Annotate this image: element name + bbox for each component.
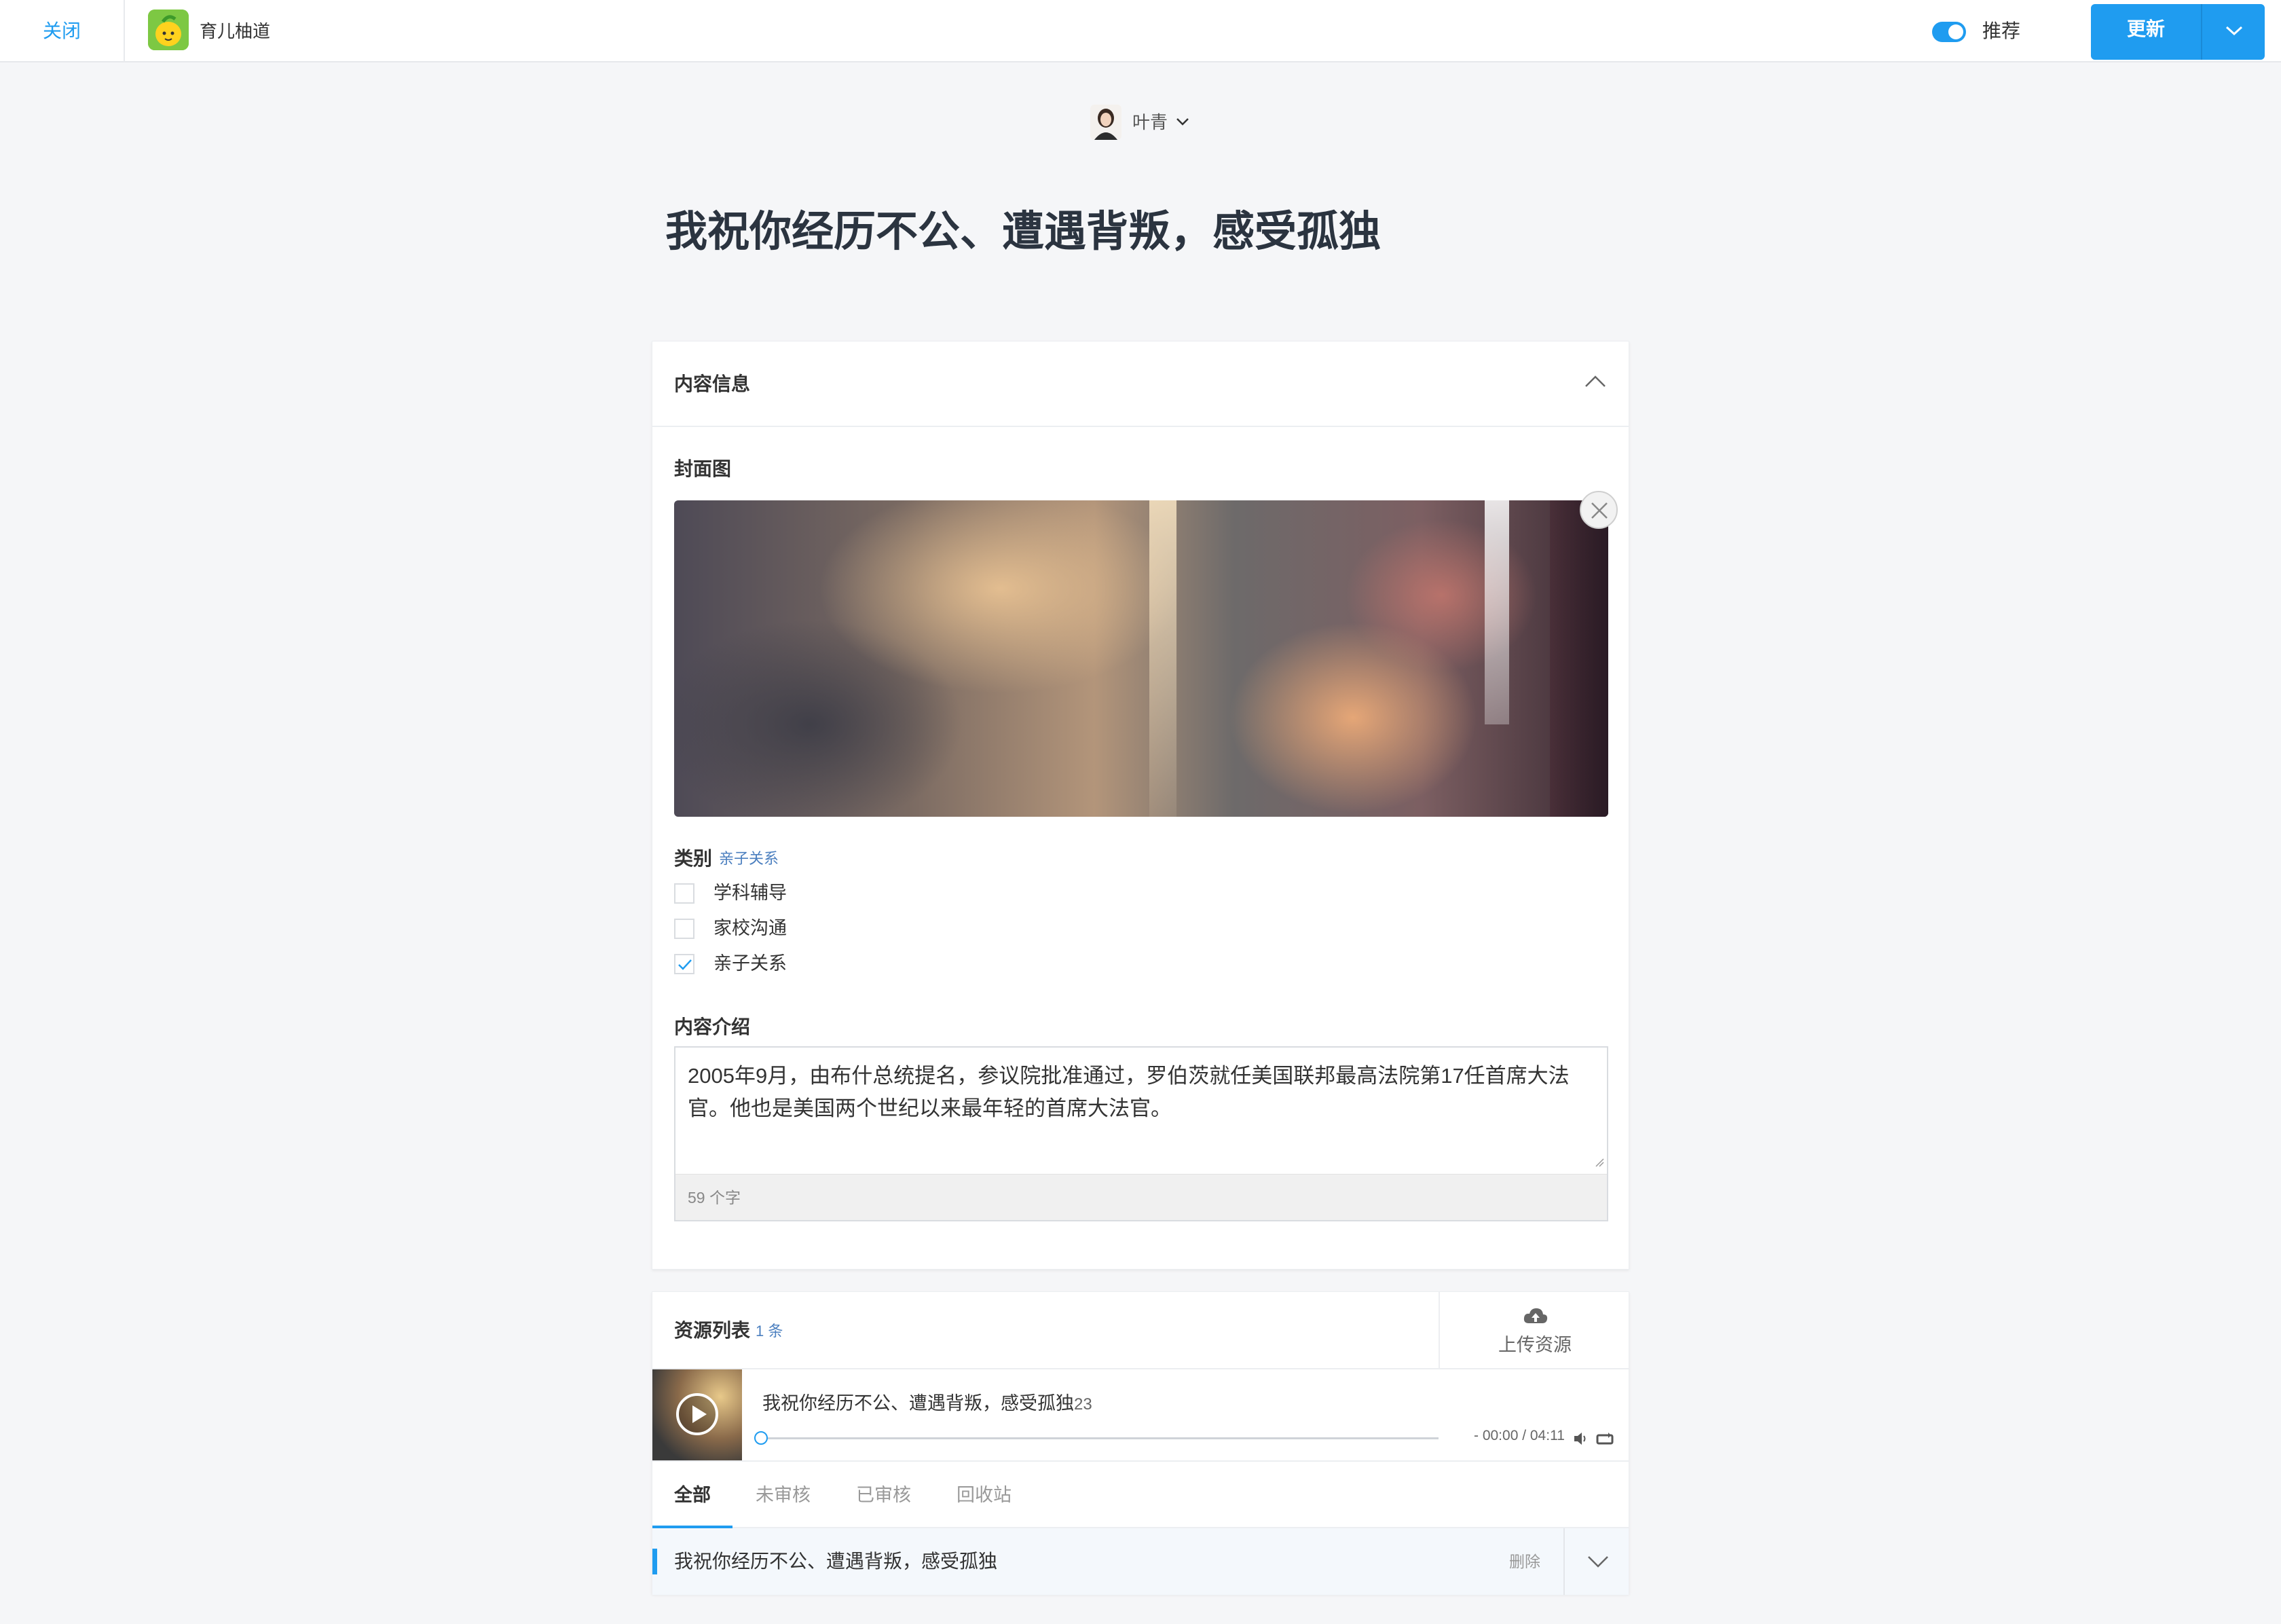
checkbox-label: 家校沟通	[713, 918, 787, 938]
upload-resource-button[interactable]: 上传资源	[1439, 1292, 1630, 1369]
description-label: 内容介绍	[674, 1016, 751, 1037]
seek-bar[interactable]	[754, 1431, 1439, 1445]
chevron-up-icon[interactable]	[1584, 374, 1607, 389]
tab-unreviewed[interactable]: 未审核	[756, 1462, 811, 1528]
seek-knob[interactable]	[754, 1431, 768, 1445]
char-count: 59 个字	[675, 1174, 1607, 1220]
app-logo-icon	[148, 10, 189, 50]
resource-tabs: 全部 未审核 已审核 回收站	[652, 1460, 1629, 1528]
cover-shadow	[1550, 500, 1608, 817]
cloud-upload-icon	[1523, 1308, 1548, 1323]
checkbox[interactable]	[674, 883, 694, 904]
category-selected-tag: 亲子关系	[719, 850, 779, 867]
update-split-button: 更新	[2091, 4, 2265, 60]
chevron-down-icon	[1176, 118, 1189, 126]
checkbox-label: 亲子关系	[713, 953, 787, 974]
track-title: 我祝你经历不公、遭遇背叛，感受孤独23	[762, 1388, 1092, 1415]
app-name: 育儿柚道	[200, 21, 271, 41]
resources-title: 资源列表	[674, 1320, 751, 1341]
resize-handle-icon[interactable]	[1595, 1158, 1604, 1167]
expand-item-button[interactable]	[1563, 1528, 1630, 1595]
cover-image	[674, 500, 1608, 817]
content-info-title: 内容信息	[674, 373, 751, 394]
track-title-text: 我祝你经历不公、遭遇背叛，感受孤独	[762, 1393, 1074, 1414]
category-label: 类别	[674, 848, 713, 869]
checkbox-checked[interactable]	[674, 954, 694, 974]
volume-icon[interactable]	[1573, 1431, 1589, 1447]
chevron-down-icon	[2225, 26, 2243, 36]
content-info-header: 内容信息	[652, 342, 1629, 427]
author-name: 叶青	[1132, 112, 1168, 132]
resources-card: 资源列表 1 条 上传资源 我祝你经历不公、遭遇背叛，感受孤独23 - 00:0…	[652, 1291, 1629, 1595]
close-button[interactable]: 关闭	[0, 0, 125, 62]
checkmark-icon	[678, 959, 692, 970]
tab-all[interactable]: 全部	[652, 1462, 732, 1528]
recommend-toggle[interactable]	[1932, 22, 1966, 42]
track-title-suffix: 23	[1074, 1395, 1092, 1414]
cover-label: 封面图	[674, 458, 732, 479]
loop-icon[interactable]	[1596, 1432, 1614, 1445]
track-time: - 00:00 / 04:11	[1474, 1428, 1565, 1443]
item-accent-bar	[652, 1549, 657, 1574]
description-textarea[interactable]: 2005年9月，由布什总统提名，参议院批准通过，罗伯茨就任美国联邦最高法院第17…	[674, 1046, 1608, 1221]
tab-recycle-bin[interactable]: 回收站	[957, 1462, 1012, 1528]
checkbox-label: 学科辅导	[713, 883, 787, 903]
cover-light-streak	[1485, 500, 1509, 724]
update-dropdown-button[interactable]	[2201, 4, 2265, 60]
audio-player: 我祝你经历不公、遭遇背叛，感受孤独23 - 00:00 / 04:11	[652, 1369, 1629, 1460]
upload-resource-label: 上传资源	[1498, 1335, 1572, 1355]
item-title: 我祝你经历不公、遭遇背叛，感受孤独	[674, 1551, 998, 1572]
list-item[interactable]: 我祝你经历不公、遭遇背叛，感受孤独 删除	[652, 1528, 1629, 1595]
close-icon	[1591, 502, 1608, 519]
content-info-card: 内容信息 封面图 类别 亲子关系 学科辅导 家校沟通 亲子关系 内容介绍 200…	[652, 341, 1629, 1270]
tab-reviewed[interactable]: 已审核	[856, 1462, 911, 1528]
update-button[interactable]: 更新	[2091, 4, 2201, 60]
track-thumbnail	[652, 1369, 742, 1460]
recommend-toggle-label: 推荐	[1982, 20, 2021, 41]
cover-light-streak	[1149, 500, 1176, 817]
page-title: 我祝你经历不公、遭遇背叛，感受孤独	[665, 208, 1381, 255]
resources-count: 1 条	[756, 1323, 783, 1340]
description-text[interactable]: 2005年9月，由布什总统提名，参议院批准通过，罗伯茨就任美国联邦最高法院第17…	[688, 1060, 1591, 1125]
avatar	[1090, 105, 1121, 140]
top-bar: 关闭 育儿柚道 推荐 更新	[0, 0, 2281, 62]
delete-button[interactable]: 删除	[1509, 1528, 1540, 1595]
remove-cover-button[interactable]	[1580, 491, 1618, 529]
play-circle-icon[interactable]	[674, 1391, 720, 1437]
chevron-down-icon	[1588, 1556, 1608, 1568]
checkbox[interactable]	[674, 919, 694, 939]
resources-header: 资源列表 1 条 上传资源	[652, 1292, 1629, 1369]
